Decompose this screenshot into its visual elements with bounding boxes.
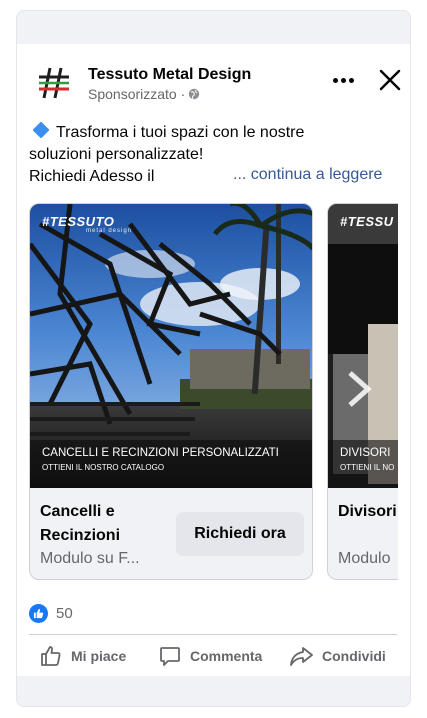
share-label: Condividi <box>322 648 386 664</box>
carousel[interactable]: #TESSUTO metal design CANCELLI E RECINZI… <box>29 203 398 581</box>
card-image[interactable]: #TESSUTO metal design CANCELLI E RECINZI… <box>30 204 312 488</box>
reaction-count: 50 <box>56 605 73 622</box>
like-label: Mi piace <box>71 648 127 664</box>
brand-watermark: #TESSU <box>340 214 394 229</box>
more-options-button[interactable] <box>328 68 358 92</box>
sponsored-text: Sponsorizzato · <box>88 86 186 102</box>
divider <box>29 634 397 635</box>
card-description: Modulo <box>338 550 391 567</box>
like-button[interactable]: Mi piace <box>39 640 126 672</box>
advertiser-name[interactable]: Tessuto Metal Design <box>88 66 251 84</box>
brand-watermark-sub: metal design <box>86 228 133 234</box>
close-icon[interactable] <box>376 66 404 94</box>
comment-label: Commenta <box>190 648 263 664</box>
card-image[interactable]: #TESSU DIVISORI OTTIENI IL NO <box>328 204 398 488</box>
card-title[interactable]: Divisori Interni <box>338 500 398 524</box>
post-actions: Mi piace Commenta Condividi <box>17 640 410 672</box>
reaction-summary[interactable]: 50 <box>29 604 73 623</box>
brand-watermark: #TESSUTO <box>42 214 115 229</box>
image-caption: CANCELLI E RECINZIONI PERSONALIZZATI <box>42 447 279 459</box>
carousel-card[interactable]: #TESSUTO metal design CANCELLI E RECINZI… <box>29 203 313 580</box>
comment-button[interactable]: Commenta <box>158 640 262 672</box>
thumbs-up-icon <box>41 646 61 666</box>
sponsored-post: Tessuto Metal Design Sponsorizzato · Tra… <box>17 44 410 676</box>
image-caption-sub: OTTIENI IL NOSTRO CATALOGO <box>42 463 165 472</box>
card-description: Modulo su F... <box>40 550 140 567</box>
globe-icon <box>189 88 200 100</box>
carousel-card[interactable]: #TESSU DIVISORI OTTIENI IL NO Divisori I… <box>327 203 398 580</box>
comment-icon <box>160 647 180 666</box>
chevron-right-icon[interactable] <box>342 369 376 409</box>
share-button[interactable]: Condividi <box>288 640 386 672</box>
card-title[interactable]: Cancelli e Recinzioni <box>40 500 180 548</box>
image-caption-sub: OTTIENI IL NO <box>340 463 395 472</box>
logo-hash-icon[interactable] <box>35 64 73 102</box>
see-more-link[interactable]: ... continua a leggere <box>233 166 382 184</box>
more-icon <box>332 77 338 83</box>
share-icon <box>290 647 313 666</box>
sponsored-label: Sponsorizzato · <box>88 86 200 102</box>
image-caption: DIVISORI <box>340 447 391 459</box>
diamond-icon <box>32 121 50 139</box>
like-reaction-icon <box>29 604 48 623</box>
request-now-button[interactable]: Richiedi ora <box>176 512 304 556</box>
